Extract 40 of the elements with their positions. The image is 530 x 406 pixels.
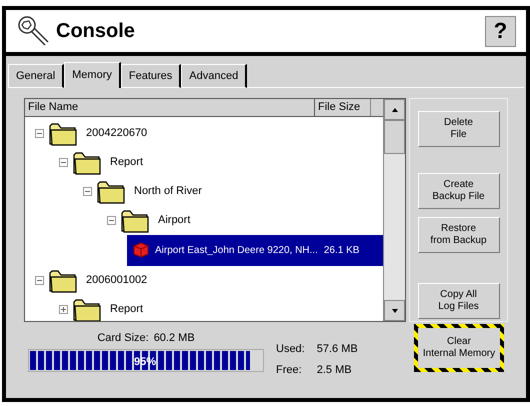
- scroll-down-button[interactable]: [384, 300, 405, 321]
- window-title: Console: [56, 19, 136, 44]
- tab[interactable]: Memory: [64, 62, 121, 88]
- collapse-icon[interactable]: [35, 128, 44, 138]
- up-arrow-icon: [392, 108, 398, 112]
- clear-memory-button[interactable]: Clear Internal Memory: [414, 324, 504, 372]
- free-label: Free:: [276, 362, 303, 378]
- scroll-up-button[interactable]: [384, 99, 405, 120]
- folder-name[interactable]: North of River: [134, 182, 202, 200]
- expand-icon[interactable]: [59, 304, 68, 314]
- collapse-icon[interactable]: [107, 216, 116, 224]
- action-button[interactable]: Delete File: [418, 111, 500, 147]
- action-button[interactable]: Copy All Log Files: [418, 283, 500, 319]
- free-value: 2.5 MB: [316, 362, 353, 378]
- action-button[interactable]: Create Backup File: [418, 173, 500, 209]
- cube-icon: [133, 242, 149, 258]
- collapse-icon[interactable]: [83, 186, 92, 196]
- tab[interactable]: General: [8, 64, 64, 88]
- file-row[interactable]: Airport East_John Deere 9220, NH... 26.1 KB: [127, 234, 383, 266]
- tab[interactable]: Features: [120, 64, 182, 88]
- used-value: 57.6 MB: [316, 342, 358, 357]
- folder-name[interactable]: Report: [110, 300, 144, 318]
- column-header[interactable]: File Size: [315, 99, 371, 116]
- help-button[interactable]: ?: [485, 16, 516, 46]
- card-size-value: 60.2 MB: [154, 331, 195, 346]
- folder-name[interactable]: 2004220670: [86, 124, 148, 142]
- used-label: Used:: [276, 342, 305, 357]
- folder-name[interactable]: Airport: [158, 212, 190, 228]
- tab[interactable]: Advanced: [181, 64, 248, 88]
- folder-name[interactable]: 2006001002: [86, 272, 148, 288]
- wrench-icon: [16, 14, 50, 48]
- collapse-icon[interactable]: [35, 276, 44, 284]
- folder-name[interactable]: Report: [110, 154, 144, 170]
- card-size-label: Card Size:: [97, 331, 149, 346]
- collapse-icon[interactable]: [59, 158, 68, 166]
- action-button[interactable]: Restore from Backup: [418, 217, 500, 253]
- down-arrow-icon: [392, 308, 398, 312]
- scrollbar[interactable]: [383, 99, 405, 321]
- column-header[interactable]: File Name: [25, 99, 315, 116]
- scroll-thumb[interactable]: [384, 120, 405, 154]
